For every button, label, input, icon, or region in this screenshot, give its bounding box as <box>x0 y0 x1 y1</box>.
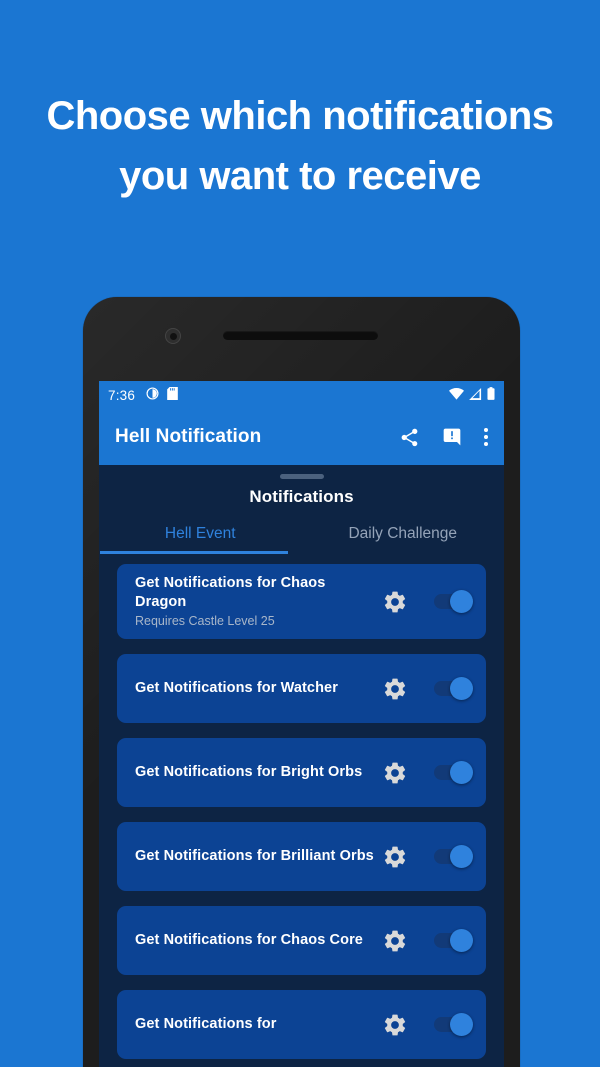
app-bar-actions <box>399 427 488 448</box>
notification-row[interactable]: Get Notifications for Chaos Core <box>117 906 486 975</box>
notification-toggle[interactable] <box>434 677 473 700</box>
tab-hell-event[interactable]: Hell Event <box>99 522 302 554</box>
notification-title: Get Notifications for Chaos Dragon <box>135 575 326 610</box>
front-camera-icon <box>165 328 181 344</box>
notification-row-controls <box>382 676 473 702</box>
notification-row[interactable]: Get Notifications for Watcher <box>117 654 486 723</box>
notifications-sheet: Notifications Hell Event Daily Challenge <box>99 474 504 554</box>
notification-row-text: Get Notifications for Brilliant Orbs <box>135 847 374 866</box>
notification-row-text: Get Notifications for Watcher <box>135 679 374 698</box>
promo-headline-line-1: Choose which notifications <box>46 94 554 138</box>
overflow-menu-icon[interactable] <box>484 428 488 446</box>
notification-toggle[interactable] <box>434 590 473 613</box>
gear-icon[interactable] <box>382 589 408 615</box>
toggle-thumb <box>450 590 473 613</box>
notification-title: Get Notifications for Bright Orbs <box>135 764 363 781</box>
drag-handle[interactable] <box>279 474 324 479</box>
toggle-thumb <box>450 845 473 868</box>
notification-row-controls <box>382 760 473 786</box>
tab-daily-challenge[interactable]: Daily Challenge <box>302 522 505 554</box>
notification-row-text: Get Notifications for <box>135 1015 374 1034</box>
notification-toggle[interactable] <box>434 845 473 868</box>
notification-row-controls <box>382 844 473 870</box>
status-bar-right-icons <box>449 387 495 403</box>
gear-icon[interactable] <box>382 1012 408 1038</box>
brightness-icon <box>146 387 159 403</box>
sheet-title: Notifications <box>249 487 354 506</box>
notification-title: Get Notifications for Brilliant Orbs <box>135 848 374 865</box>
phone-mockup: 7:36 Hell Notification Notifications Hel… <box>83 297 520 1067</box>
notification-row[interactable]: Get Notifications for Chaos Dragon Requi… <box>117 564 486 639</box>
toggle-thumb <box>450 1013 473 1036</box>
gear-icon[interactable] <box>382 928 408 954</box>
sd-card-icon <box>167 387 178 403</box>
notification-title: Get Notifications for Chaos Core <box>135 932 363 949</box>
notification-title: Get Notifications for <box>135 1016 277 1033</box>
toggle-thumb <box>450 677 473 700</box>
notification-list: Get Notifications for Chaos Dragon Requi… <box>99 554 504 1059</box>
notification-row-controls <box>382 928 473 954</box>
status-bar: 7:36 <box>99 381 504 409</box>
battery-icon <box>487 387 495 403</box>
cellular-signal-icon <box>469 387 482 403</box>
toggle-thumb <box>450 929 473 952</box>
gear-icon[interactable] <box>382 760 408 786</box>
promo-headline-line-2: you want to receive <box>119 154 481 198</box>
notification-subtitle: Requires Castle Level 25 <box>135 614 275 628</box>
promo-headline: Choose which notifications you want to r… <box>0 86 600 206</box>
status-bar-clock: 7:36 <box>108 387 136 403</box>
feedback-icon[interactable] <box>442 427 462 447</box>
notification-row-text: Get Notifications for Chaos Dragon Requi… <box>135 574 374 629</box>
gear-icon[interactable] <box>382 844 408 870</box>
tab-active-indicator <box>100 551 288 554</box>
notification-row[interactable]: Get Notifications for <box>117 990 486 1059</box>
notification-row-text: Get Notifications for Bright Orbs <box>135 763 374 782</box>
notification-title: Get Notifications for Watcher <box>135 680 338 697</box>
notification-row-controls <box>382 1012 473 1038</box>
tab-bar: Hell Event Daily Challenge <box>99 522 504 554</box>
share-icon[interactable] <box>399 427 420 448</box>
gear-icon[interactable] <box>382 676 408 702</box>
notification-row-controls <box>382 589 473 615</box>
wifi-icon <box>449 387 464 403</box>
app-title: Hell Notification <box>115 426 262 447</box>
toggle-thumb <box>450 761 473 784</box>
phone-screen: 7:36 Hell Notification Notifications Hel… <box>99 381 504 1067</box>
notification-row[interactable]: Get Notifications for Brilliant Orbs <box>117 822 486 891</box>
notification-row[interactable]: Get Notifications for Bright Orbs <box>117 738 486 807</box>
earpiece-speaker <box>223 331 378 340</box>
notification-toggle[interactable] <box>434 761 473 784</box>
notification-row-text: Get Notifications for Chaos Core <box>135 931 374 950</box>
notification-toggle[interactable] <box>434 1013 473 1036</box>
app-bar: Hell Notification <box>99 409 504 465</box>
status-bar-left-icons <box>146 387 178 403</box>
notification-toggle[interactable] <box>434 929 473 952</box>
